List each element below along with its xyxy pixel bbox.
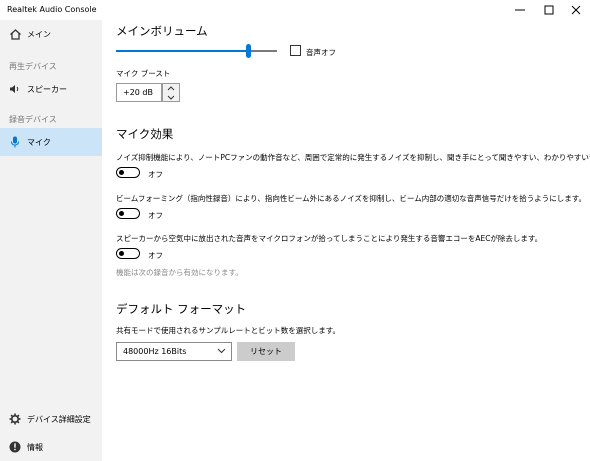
mic-boost-label: マイク ブースト [116, 69, 171, 78]
main-volume-slider[interactable] [116, 44, 277, 58]
stepper-up-button[interactable] [163, 84, 179, 92]
playback-devices-header: 再生デバイス [9, 62, 57, 71]
sidebar-item-device-settings[interactable]: デバイス詳細設定 [0, 405, 102, 433]
sidebar: メイン 再生デバイス スピーカー 録音デバイス マイク デバイス詳細設定 情報 [0, 20, 102, 461]
main-volume-title: メインボリューム [116, 24, 208, 38]
sidebar-item-info[interactable]: 情報 [0, 433, 102, 461]
default-format-description: 共有モードで使用されるサンプルレートとビット数を選択します。 [116, 326, 341, 335]
aec-toggle[interactable] [116, 248, 140, 259]
chevron-up-icon [167, 85, 175, 90]
app-title: Realtek Audio Console [7, 5, 97, 14]
mute-label: 音声オフ [306, 48, 336, 57]
toggle-knob [119, 169, 124, 175]
minimize-button[interactable] [506, 0, 534, 20]
maximize-button[interactable] [535, 0, 563, 20]
slider-thumb[interactable] [246, 44, 252, 58]
beamforming-state: オフ [148, 211, 163, 220]
info-icon [9, 441, 21, 453]
mic-effects-title: マイク効果 [116, 127, 174, 141]
speaker-icon [9, 83, 21, 95]
sidebar-item-speaker[interactable]: スピーカー [0, 75, 102, 103]
noise-suppression-state: オフ [148, 170, 163, 179]
reset-button[interactable]: リセット [237, 342, 295, 361]
sidebar-item-label: マイク [27, 137, 51, 147]
sidebar-item-label: 情報 [27, 442, 43, 452]
gear-icon [9, 413, 21, 425]
sidebar-item-label: スピーカー [27, 84, 67, 94]
title-bar: Realtek Audio Console [0, 0, 590, 20]
home-icon [9, 28, 21, 40]
toggle-knob [119, 210, 124, 216]
recording-devices-header: 録音デバイス [9, 115, 57, 124]
mute-checkbox[interactable] [290, 45, 301, 56]
chevron-down-icon [217, 348, 226, 354]
microphone-icon [9, 136, 21, 148]
beamforming-toggle[interactable] [116, 208, 140, 219]
beamforming-description: ビームフォーミング（指向性録音）により、指向性ビーム外にあるノイズを抑制し、ビー… [116, 194, 586, 203]
close-icon [571, 5, 581, 15]
sidebar-item-main[interactable]: メイン [0, 20, 102, 48]
noise-suppression-toggle[interactable] [116, 167, 140, 178]
format-select[interactable]: 48000Hz 16Bits [116, 342, 232, 361]
format-select-value: 48000Hz 16Bits [123, 347, 187, 356]
maximize-icon [544, 5, 554, 15]
effects-note: 機能は次の録音から有効になります。 [116, 268, 243, 277]
default-format-title: デフォルト フォーマット [116, 302, 247, 316]
stepper-down-button[interactable] [163, 93, 179, 101]
minimize-icon [515, 9, 525, 11]
sidebar-item-label: メイン [27, 29, 51, 39]
close-button[interactable] [562, 0, 590, 20]
main-content: メインボリューム 音声オフ マイク ブースト +20 dB マイク効果 ノイズ抑… [102, 20, 590, 461]
mic-boost-value-field[interactable]: +20 dB [116, 83, 162, 102]
toggle-knob [119, 250, 124, 256]
sidebar-item-mic[interactable]: マイク [0, 128, 102, 156]
aec-state: オフ [148, 251, 163, 260]
sidebar-item-label: デバイス詳細設定 [27, 414, 91, 424]
mic-boost-stepper[interactable] [162, 83, 180, 102]
slider-fill [116, 50, 249, 52]
chevron-down-icon [167, 95, 175, 100]
aec-description: スピーカーから空気中に放出された音声をマイクロフォンが拾ってしまうことにより発生… [116, 234, 543, 243]
noise-suppression-description: ノイズ抑制機能により、ノートPCファンの動作音など、周囲で定常的に発生するノイズ… [116, 153, 590, 162]
